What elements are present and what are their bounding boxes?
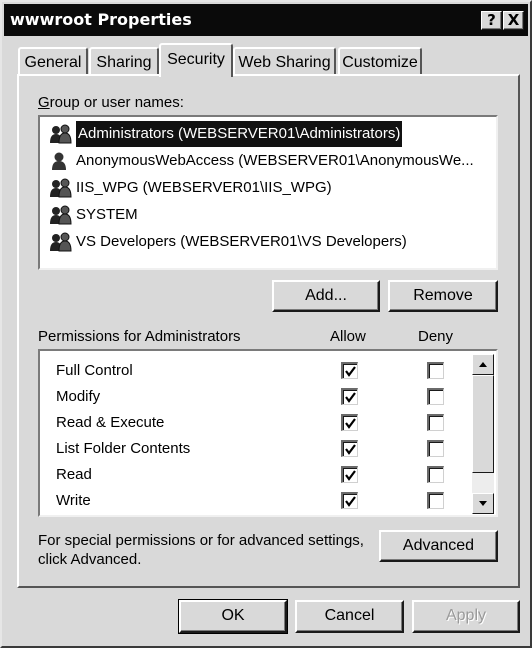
tab-web-sharing[interactable]: Web Sharing	[233, 47, 336, 75]
advanced-button-text: Advanced	[402, 537, 475, 554]
permission-row: Read	[40, 463, 470, 489]
group-names-label: Group or user names:	[38, 94, 184, 111]
special-permissions-text-line1: For special permissions or for advanced …	[38, 532, 364, 549]
allow-checkbox[interactable]	[341, 414, 358, 431]
arrow-up-icon	[479, 362, 487, 367]
group-icon	[48, 124, 74, 144]
checkmark-icon	[345, 496, 356, 507]
allow-checkbox[interactable]	[341, 492, 358, 509]
permission-name: Read	[56, 466, 92, 483]
scroll-down-button[interactable]	[472, 493, 494, 514]
user-name: SYSTEM	[76, 206, 138, 223]
allow-checkbox[interactable]	[341, 466, 358, 483]
properties-dialog: wwwroot Properties ? X General Sharing S…	[0, 0, 532, 648]
remove-button-text: Remove	[413, 287, 473, 304]
advanced-button[interactable]: Advanced	[379, 530, 498, 562]
remove-button[interactable]: Remove	[388, 280, 498, 312]
scroll-thumb[interactable]	[472, 375, 494, 473]
tab-customize[interactable]: Customize	[338, 47, 422, 75]
permission-row: List Folder Contents	[40, 437, 470, 463]
add-button-text: Add...	[305, 287, 347, 304]
permission-row: Write	[40, 489, 470, 515]
checkmark-icon	[345, 444, 356, 455]
user-icon	[48, 151, 74, 171]
checkmark-icon	[345, 392, 356, 403]
tab-sharing[interactable]: Sharing	[89, 47, 159, 75]
permissions-scrollbar[interactable]	[472, 354, 494, 514]
ok-button-text: OK	[221, 607, 245, 624]
close-button[interactable]: X	[503, 11, 524, 30]
scroll-up-button[interactable]	[472, 354, 494, 375]
title-bar[interactable]: wwwroot Properties ? X	[4, 4, 528, 36]
user-list-item[interactable]: IIS_WPG (WEBSERVER01\IIS_WPG)	[44, 175, 496, 201]
allow-checkbox[interactable]	[341, 362, 358, 379]
group-icon	[48, 232, 74, 252]
permissions-label: Permissions for Administrators	[38, 328, 241, 345]
user-list-item[interactable]: AnonymousWebAccess (WEBSERVER01\Anonymou…	[44, 148, 496, 174]
tab-general[interactable]: General	[18, 47, 88, 75]
allow-header: Allow	[330, 328, 366, 345]
user-list-item[interactable]: VS Developers (WEBSERVER01\VS Developers…	[44, 229, 496, 255]
window-title: wwwroot Properties	[10, 10, 192, 29]
group-icon	[48, 178, 74, 198]
permission-row: Modify	[40, 385, 470, 411]
help-button[interactable]: ?	[481, 11, 502, 30]
permission-row: Full Control	[40, 359, 470, 385]
ok-button[interactable]: OK	[178, 599, 288, 634]
deny-checkbox[interactable]	[427, 388, 444, 405]
permissions-list: Full Control Modify Read & Execute List Fol…	[38, 349, 498, 517]
special-permissions-text-line2: click Advanced.	[38, 551, 142, 568]
allow-checkbox[interactable]	[341, 440, 358, 457]
user-name: Administrators (WEBSERVER01\Administrato…	[76, 121, 403, 147]
user-name: AnonymousWebAccess (WEBSERVER01\Anonymou…	[76, 152, 474, 169]
permission-name: Full Control	[56, 362, 133, 379]
cancel-button-text: Cancel	[324, 607, 375, 624]
checkmark-icon	[345, 418, 356, 429]
permission-name: Write	[56, 492, 91, 509]
user-name: VS Developers (WEBSERVER01\VS Developers…	[76, 233, 407, 250]
deny-header: Deny	[418, 328, 454, 345]
tab-security[interactable]: Security	[159, 43, 233, 77]
permission-name: List Folder Contents	[56, 440, 191, 457]
checkmark-icon	[345, 470, 356, 481]
allow-checkbox[interactable]	[341, 388, 358, 405]
deny-checkbox[interactable]	[427, 492, 444, 509]
permission-name: Read & Execute	[56, 414, 165, 431]
add-button-label: Add...	[274, 282, 378, 310]
arrow-down-icon	[479, 501, 487, 506]
add-button[interactable]: Add...	[272, 280, 380, 312]
group-names-label-text: roup or user names:	[49, 94, 184, 111]
checkmark-icon	[345, 366, 356, 377]
remove-button-label: Remove	[390, 282, 496, 310]
user-list-item[interactable]: SYSTEM	[44, 202, 496, 228]
permission-name: Modify	[56, 388, 101, 405]
deny-checkbox[interactable]	[427, 440, 444, 457]
deny-checkbox[interactable]	[427, 362, 444, 379]
group-icon	[48, 205, 74, 225]
deny-checkbox[interactable]	[427, 414, 444, 431]
deny-checkbox[interactable]	[427, 466, 444, 483]
user-list-item[interactable]: Administrators (WEBSERVER01\Administrato…	[44, 121, 496, 147]
cancel-button[interactable]: Cancel	[295, 600, 404, 633]
user-list[interactable]: Administrators (WEBSERVER01\Administrato…	[38, 115, 498, 270]
apply-button-text: Apply	[445, 607, 487, 624]
user-name: IIS_WPG (WEBSERVER01\IIS_WPG)	[76, 179, 332, 196]
permission-row: Read & Execute	[40, 411, 470, 437]
apply-button[interactable]: Apply	[412, 600, 520, 633]
